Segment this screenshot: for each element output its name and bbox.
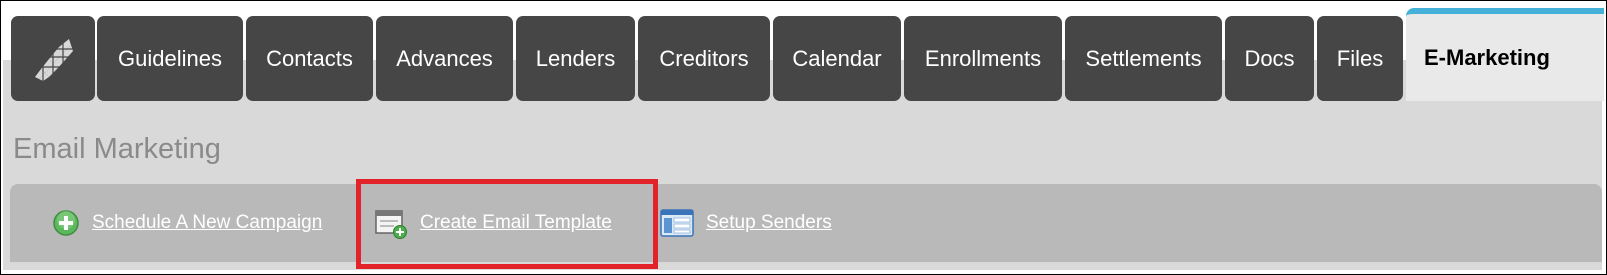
tab-label: E-Marketing [1424,44,1550,70]
tab-contacts[interactable]: Contacts [246,16,373,101]
tab-guidelines[interactable]: Guidelines [97,16,243,101]
tab-calendar[interactable]: Calendar [773,16,901,101]
tab-label: Guidelines [118,45,222,71]
tab-label: Settlements [1085,45,1202,71]
tab-docs[interactable]: Docs [1225,16,1314,101]
tab-label: Creditors [659,45,749,71]
tab-lenders[interactable]: Lenders [516,16,635,101]
tab-files[interactable]: Files [1317,16,1403,101]
create-email-template-label: Create Email Template [420,212,612,233]
setup-senders-label: Setup Senders [706,212,832,233]
tab-label: Enrollments [924,45,1042,71]
tab-logo[interactable] [11,16,95,101]
tab-label: Calendar [792,45,882,71]
tab-creditors[interactable]: Creditors [638,16,770,101]
setup-senders-link[interactable]: Setup Senders [660,206,832,240]
senders-list-icon [660,209,694,237]
tab-label: Files [1336,45,1384,71]
tab-settlements[interactable]: Settlements [1065,16,1222,101]
tab-e-marketing[interactable]: E-Marketing [1406,8,1604,101]
app-logo-icon [33,38,73,81]
new-template-icon [375,210,407,239]
create-email-template-link[interactable]: Create Email Template [374,206,612,240]
tab-label: Contacts [266,45,353,71]
tab-advances[interactable]: Advances [376,16,513,101]
tab-enrollments[interactable]: Enrollments [904,16,1062,101]
tab-label: Advances [396,45,493,71]
schedule-campaign-link[interactable]: Schedule A New Campaign [52,206,322,240]
add-circle-icon [53,210,79,236]
tab-label: Lenders [535,45,616,71]
page-title: Email Marketing [13,133,221,165]
tab-label: Docs [1244,45,1295,71]
schedule-campaign-label: Schedule A New Campaign [92,212,323,233]
